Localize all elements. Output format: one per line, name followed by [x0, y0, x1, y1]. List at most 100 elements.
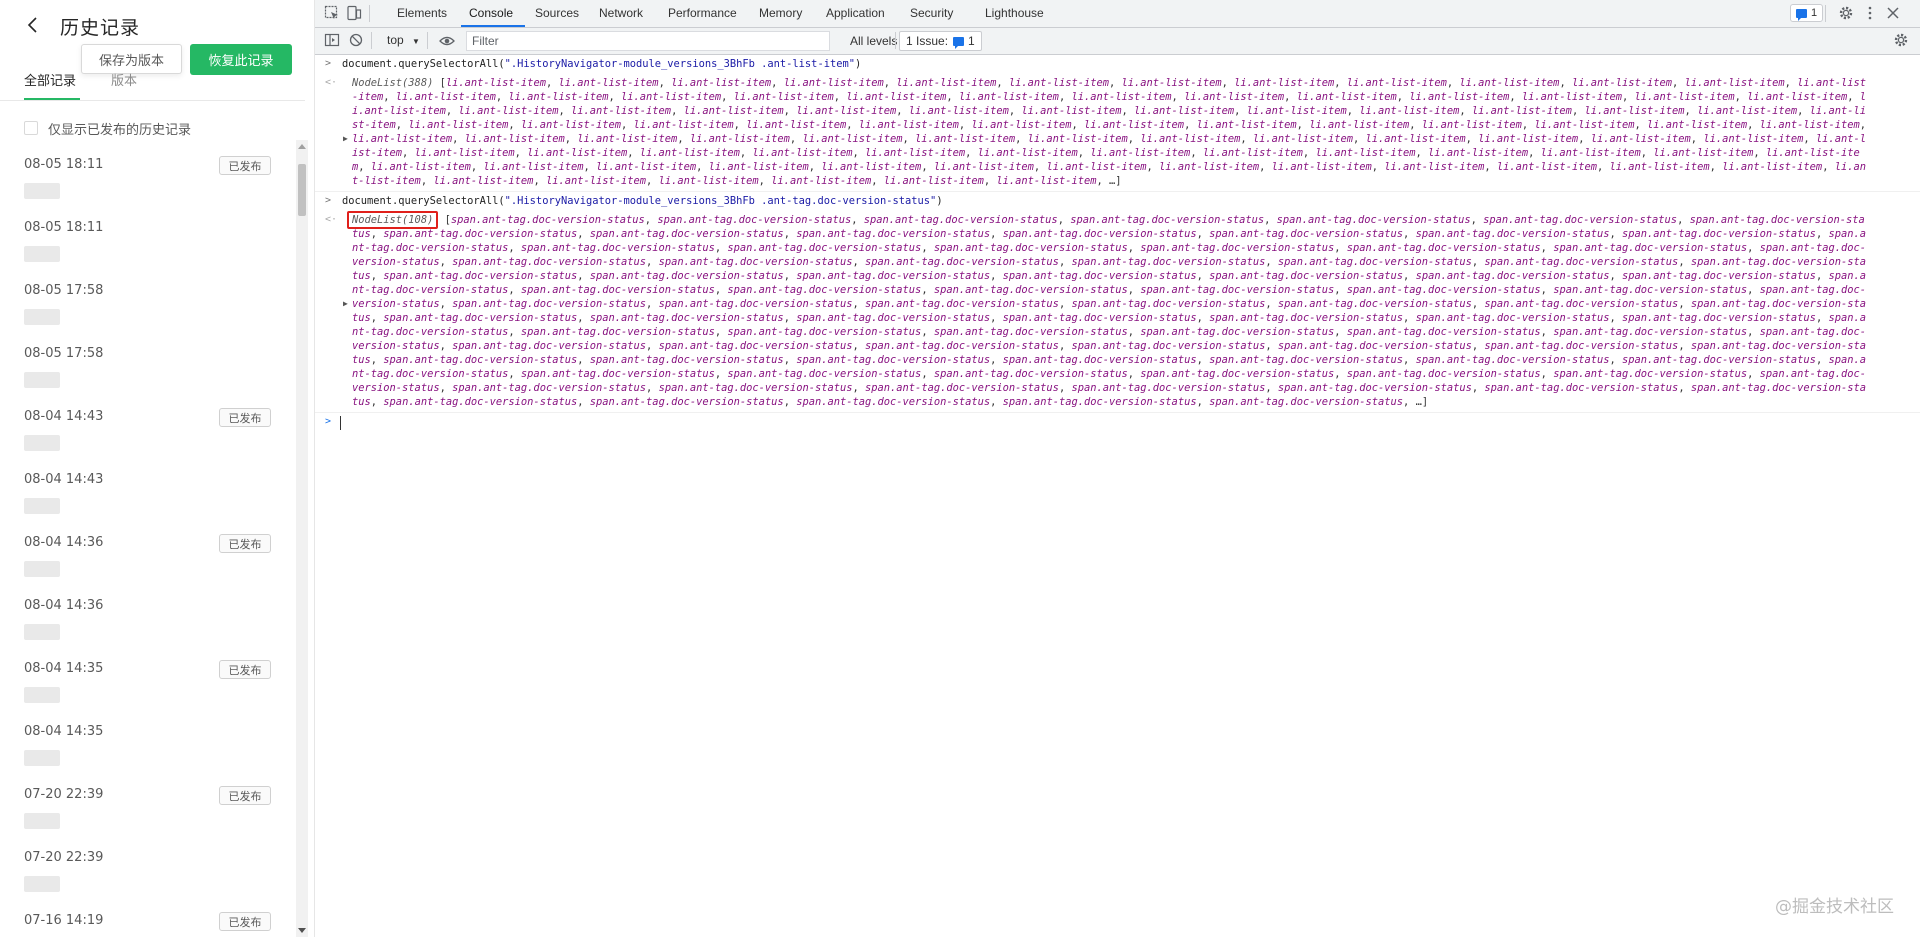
history-list-item[interactable]: 08-05 17:58	[0, 266, 296, 329]
nodelist-entry[interactable]: li.ant-list-item	[1071, 91, 1171, 103]
nodelist-entry[interactable]: li.ant-list-item	[1247, 105, 1347, 117]
history-list-item[interactable]: 08-04 14:36 已发布	[0, 518, 296, 581]
history-list-item[interactable]: 08-05 18:11 已发布	[0, 140, 296, 203]
nodelist-entry[interactable]: li.ant-list-item	[1472, 105, 1572, 117]
nodelist-entry[interactable]: span.ant-tag.doc-version-status	[727, 368, 921, 380]
nodelist-entry[interactable]: li.ant-list-item	[915, 133, 1015, 145]
nodelist-entry[interactable]: li.ant-list-item	[690, 133, 790, 145]
nodelist-entry[interactable]: li.ant-list-item	[634, 119, 734, 131]
nodelist-entry[interactable]: span.ant-tag.doc-version-status	[796, 354, 990, 366]
nodelist-entry[interactable]: span.ant-tag.doc-version-status	[521, 242, 715, 254]
console-command[interactable]: > document.querySelectorAll(".HistoryNav…	[315, 55, 1920, 73]
nodelist-entry[interactable]: span.ant-tag.doc-version-status	[1209, 270, 1403, 282]
nodelist-entry[interactable]: span.ant-tag.doc-version-status	[1416, 228, 1610, 240]
nodelist-entry[interactable]: span.ant-tag.doc-version-status	[451, 214, 645, 226]
nodelist-entry[interactable]: span.ant-tag.doc-version-status	[1277, 214, 1471, 226]
nodelist-entry[interactable]: span.ant-tag.doc-version-status	[1484, 298, 1678, 310]
nodelist-entry[interactable]: li.ant-list-item	[1541, 147, 1641, 159]
nodelist-entry[interactable]: li.ant-list-item	[1685, 77, 1785, 89]
nodelist-entry[interactable]: li.ant-list-item	[1365, 133, 1465, 145]
more-options-icon[interactable]	[1862, 5, 1878, 21]
nodelist-entry[interactable]: span.ant-tag.doc-version-status	[659, 382, 853, 394]
nodelist-entry[interactable]: li.ant-list-item	[1422, 119, 1522, 131]
tab-versions[interactable]: 版本	[111, 70, 137, 89]
nodelist-entry[interactable]: span.ant-tag.doc-version-status	[1347, 326, 1541, 338]
nodelist-entry[interactable]: span.ant-tag.doc-version-status	[1553, 326, 1747, 338]
nodelist-entry[interactable]: span.ant-tag.doc-version-status	[1416, 270, 1610, 282]
nodelist-entry[interactable]: li.ant-list-item	[959, 91, 1059, 103]
nodelist-entry[interactable]: span.ant-tag.doc-version-status	[934, 368, 1128, 380]
nodelist-entry[interactable]: li.ant-list-item	[596, 161, 696, 173]
nodelist-entry[interactable]: span.ant-tag.doc-version-status	[1553, 242, 1747, 254]
nodelist-entry[interactable]: li.ant-list-item	[1140, 133, 1240, 145]
tab-application[interactable]: Application	[826, 6, 885, 20]
nodelist-entry[interactable]: span.ant-tag.doc-version-status	[1071, 382, 1265, 394]
nodelist-entry[interactable]: li.ant-list-item	[1591, 133, 1691, 145]
nodelist-entry[interactable]: li.ant-list-item	[1478, 133, 1578, 145]
nodelist-entry[interactable]: span.ant-tag.doc-version-status	[865, 382, 1059, 394]
nodelist-entry[interactable]: li.ant-list-item	[558, 77, 658, 89]
javascript-context-select[interactable]: top ▼	[387, 33, 420, 47]
nodelist-entry[interactable]: li.ant-list-item	[909, 105, 1009, 117]
nodelist-entry[interactable]: li.ant-list-item	[1747, 91, 1847, 103]
nodelist-entry[interactable]: span.ant-tag.doc-version-status	[865, 340, 1059, 352]
nodelist-entry[interactable]: span.ant-tag.doc-version-status	[1483, 214, 1677, 226]
nodelist-entry[interactable]: span.ant-tag.doc-version-status	[1209, 396, 1403, 408]
nodelist-entry[interactable]: span.ant-tag.doc-version-status	[1140, 326, 1334, 338]
nodelist-entry[interactable]: span.ant-tag.doc-version-status	[1278, 340, 1472, 352]
nodelist-entry[interactable]: li.ant-list-item	[465, 133, 565, 145]
nodelist-entry[interactable]: span.ant-tag.doc-version-status	[865, 256, 1059, 268]
tab-network[interactable]: Network	[599, 6, 643, 20]
nodelist-entry[interactable]: li.ant-list-item	[934, 161, 1034, 173]
nodelist-entry[interactable]: span.ant-tag.doc-version-status	[864, 214, 1058, 226]
live-expression-eye-icon[interactable]	[439, 33, 455, 49]
settings-gear-icon[interactable]	[1838, 5, 1854, 21]
nodelist-entry[interactable]: span.ant-tag.doc-version-status	[1140, 242, 1334, 254]
nodelist-entry[interactable]: span.ant-tag.doc-version-status	[590, 228, 784, 240]
nodelist-entry[interactable]: span.ant-tag.doc-version-status	[1003, 270, 1197, 282]
nodelist-entry[interactable]: span.ant-tag.doc-version-status	[1003, 396, 1197, 408]
nodelist-entry[interactable]: span.ant-tag.doc-version-status	[452, 382, 646, 394]
nodelist-entry[interactable]: span.ant-tag.doc-version-status	[1003, 354, 1197, 366]
scrollbar-thumb[interactable]	[298, 164, 306, 216]
history-list-item[interactable]: 07-20 22:39	[0, 833, 296, 896]
nodelist-entry[interactable]: span.ant-tag.doc-version-status	[1278, 382, 1472, 394]
nodelist-entry[interactable]: span.ant-tag.doc-version-status	[1278, 256, 1472, 268]
nodelist-entry[interactable]: span.ant-tag.doc-version-status	[865, 298, 1059, 310]
device-toolbar-icon[interactable]	[346, 5, 362, 21]
history-list-item[interactable]: 07-16 14:19 已发布	[0, 896, 296, 937]
inspect-element-icon[interactable]	[324, 5, 340, 21]
nodelist-entry[interactable]: li.ant-list-item	[1009, 77, 1109, 89]
history-list-item[interactable]: 08-05 18:11	[0, 203, 296, 266]
tab-elements[interactable]: Elements	[397, 6, 447, 20]
tab-security[interactable]: Security	[910, 6, 953, 20]
history-list-item[interactable]: 08-04 14:35 已发布	[0, 644, 296, 707]
nodelist-entry[interactable]: li.ant-list-item	[821, 161, 921, 173]
nodelist-entry[interactable]: li.ant-list-item	[746, 119, 846, 131]
nodelist-entry[interactable]: span.ant-tag.doc-version-status	[1484, 340, 1678, 352]
nodelist-entry[interactable]: span.ant-tag.doc-version-status	[796, 396, 990, 408]
nodelist-entry[interactable]: li.ant-list-item	[1647, 119, 1747, 131]
nodelist-entry[interactable]: li.ant-list-item	[1028, 133, 1128, 145]
nodelist-entry[interactable]: li.ant-list-item	[846, 91, 946, 103]
nodelist-entry[interactable]: li.ant-list-item	[1722, 161, 1822, 173]
issues-button[interactable]: 1 Issue: 1	[899, 31, 982, 51]
nodelist-entry[interactable]: span.ant-tag.doc-version-status	[1278, 298, 1472, 310]
nodelist-entry[interactable]: li.ant-list-item	[896, 77, 996, 89]
nodelist-entry[interactable]: span.ant-tag.doc-version-status	[659, 340, 853, 352]
nodelist-entry[interactable]: li.ant-list-item	[1309, 119, 1409, 131]
nodelist-entry[interactable]: span.ant-tag.doc-version-status	[383, 396, 577, 408]
nodelist-entry[interactable]: span.ant-tag.doc-version-status	[1070, 214, 1264, 226]
nodelist-entry[interactable]: li.ant-list-item	[1021, 105, 1121, 117]
nodelist-entry[interactable]: li.ant-list-item	[1134, 105, 1234, 117]
nodelist-entry[interactable]: span.ant-tag.doc-version-status	[1209, 312, 1403, 324]
nodelist-entry[interactable]: li.ant-list-item	[577, 133, 677, 145]
history-list-item[interactable]: 07-20 22:39 已发布	[0, 770, 296, 833]
nodelist-entry[interactable]: li.ant-list-item	[1046, 161, 1146, 173]
expand-triangle-icon[interactable]: ▶	[343, 132, 348, 146]
nodelist-entry[interactable]: li.ant-list-item	[1572, 77, 1672, 89]
nodelist-entry[interactable]: span.ant-tag.doc-version-status	[1622, 312, 1816, 324]
nodelist-entry[interactable]: li.ant-list-item	[865, 147, 965, 159]
tab-lighthouse[interactable]: Lighthouse	[985, 6, 1044, 20]
expand-triangle-icon[interactable]: ▶	[343, 297, 348, 311]
